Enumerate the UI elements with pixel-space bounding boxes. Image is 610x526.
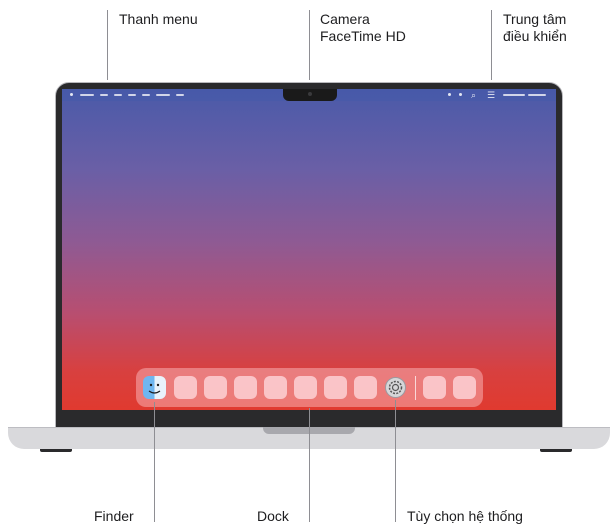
gear-icon[interactable] <box>385 377 406 398</box>
dock-app-icon[interactable] <box>354 376 377 399</box>
status-item-icon[interactable] <box>459 93 462 96</box>
camera-lens-icon <box>308 92 312 96</box>
settings-gear-icon <box>388 380 403 395</box>
dock-app-icon[interactable] <box>264 376 287 399</box>
dock-app-icon[interactable] <box>453 376 476 399</box>
apple-menu-icon[interactable] <box>70 93 73 96</box>
menu-item[interactable] <box>156 94 170 96</box>
clock-item[interactable] <box>528 94 546 96</box>
dock-label: Dock <box>257 508 289 524</box>
finder-face-icon <box>148 383 161 394</box>
laptop-foot-left <box>40 449 72 452</box>
menu-item[interactable] <box>114 94 122 96</box>
menu-bar-label: Thanh menu <box>119 11 198 27</box>
dock-leader <box>309 408 310 522</box>
dock-app-icon[interactable] <box>324 376 347 399</box>
dock-app-icon[interactable] <box>423 376 446 399</box>
finder-icon[interactable] <box>143 376 166 399</box>
camera-leader <box>309 10 310 80</box>
menu-item[interactable] <box>142 94 150 96</box>
camera-label-line2: FaceTime HD <box>320 28 406 44</box>
control-center-label-line1: Trung tâm <box>503 11 567 27</box>
finder-label: Finder <box>94 508 134 524</box>
menu-item[interactable] <box>176 94 184 96</box>
dock-app-icon[interactable] <box>174 376 197 399</box>
status-item-icon[interactable] <box>448 93 451 96</box>
dock-app-icon[interactable] <box>294 376 317 399</box>
system-settings-leader <box>395 400 396 522</box>
desktop-screen: ⌕ ☰ <box>62 89 556 410</box>
menu-item[interactable] <box>128 94 136 96</box>
dock-app-icon[interactable] <box>234 376 257 399</box>
menu-item[interactable] <box>100 94 108 96</box>
control-center-leader <box>491 10 492 80</box>
camera-label-line1: Camera <box>320 11 370 27</box>
control-center-label: Trung tâm điều khiển <box>503 11 567 45</box>
menu-item[interactable] <box>80 94 94 96</box>
clock-item[interactable] <box>503 94 525 96</box>
dock-separator <box>415 376 416 400</box>
control-center-label-line2: điều khiển <box>503 28 567 44</box>
finder-leader <box>154 402 155 522</box>
search-icon[interactable]: ⌕ <box>471 90 476 100</box>
control-center-icon[interactable]: ☰ <box>487 90 495 100</box>
camera-label: Camera FaceTime HD <box>320 11 406 45</box>
menu-bar-leader <box>107 10 108 80</box>
laptop-foot-right <box>540 449 572 452</box>
system-settings-label: Tùy chọn hệ thống <box>407 508 523 524</box>
dock-app-icon[interactable] <box>204 376 227 399</box>
